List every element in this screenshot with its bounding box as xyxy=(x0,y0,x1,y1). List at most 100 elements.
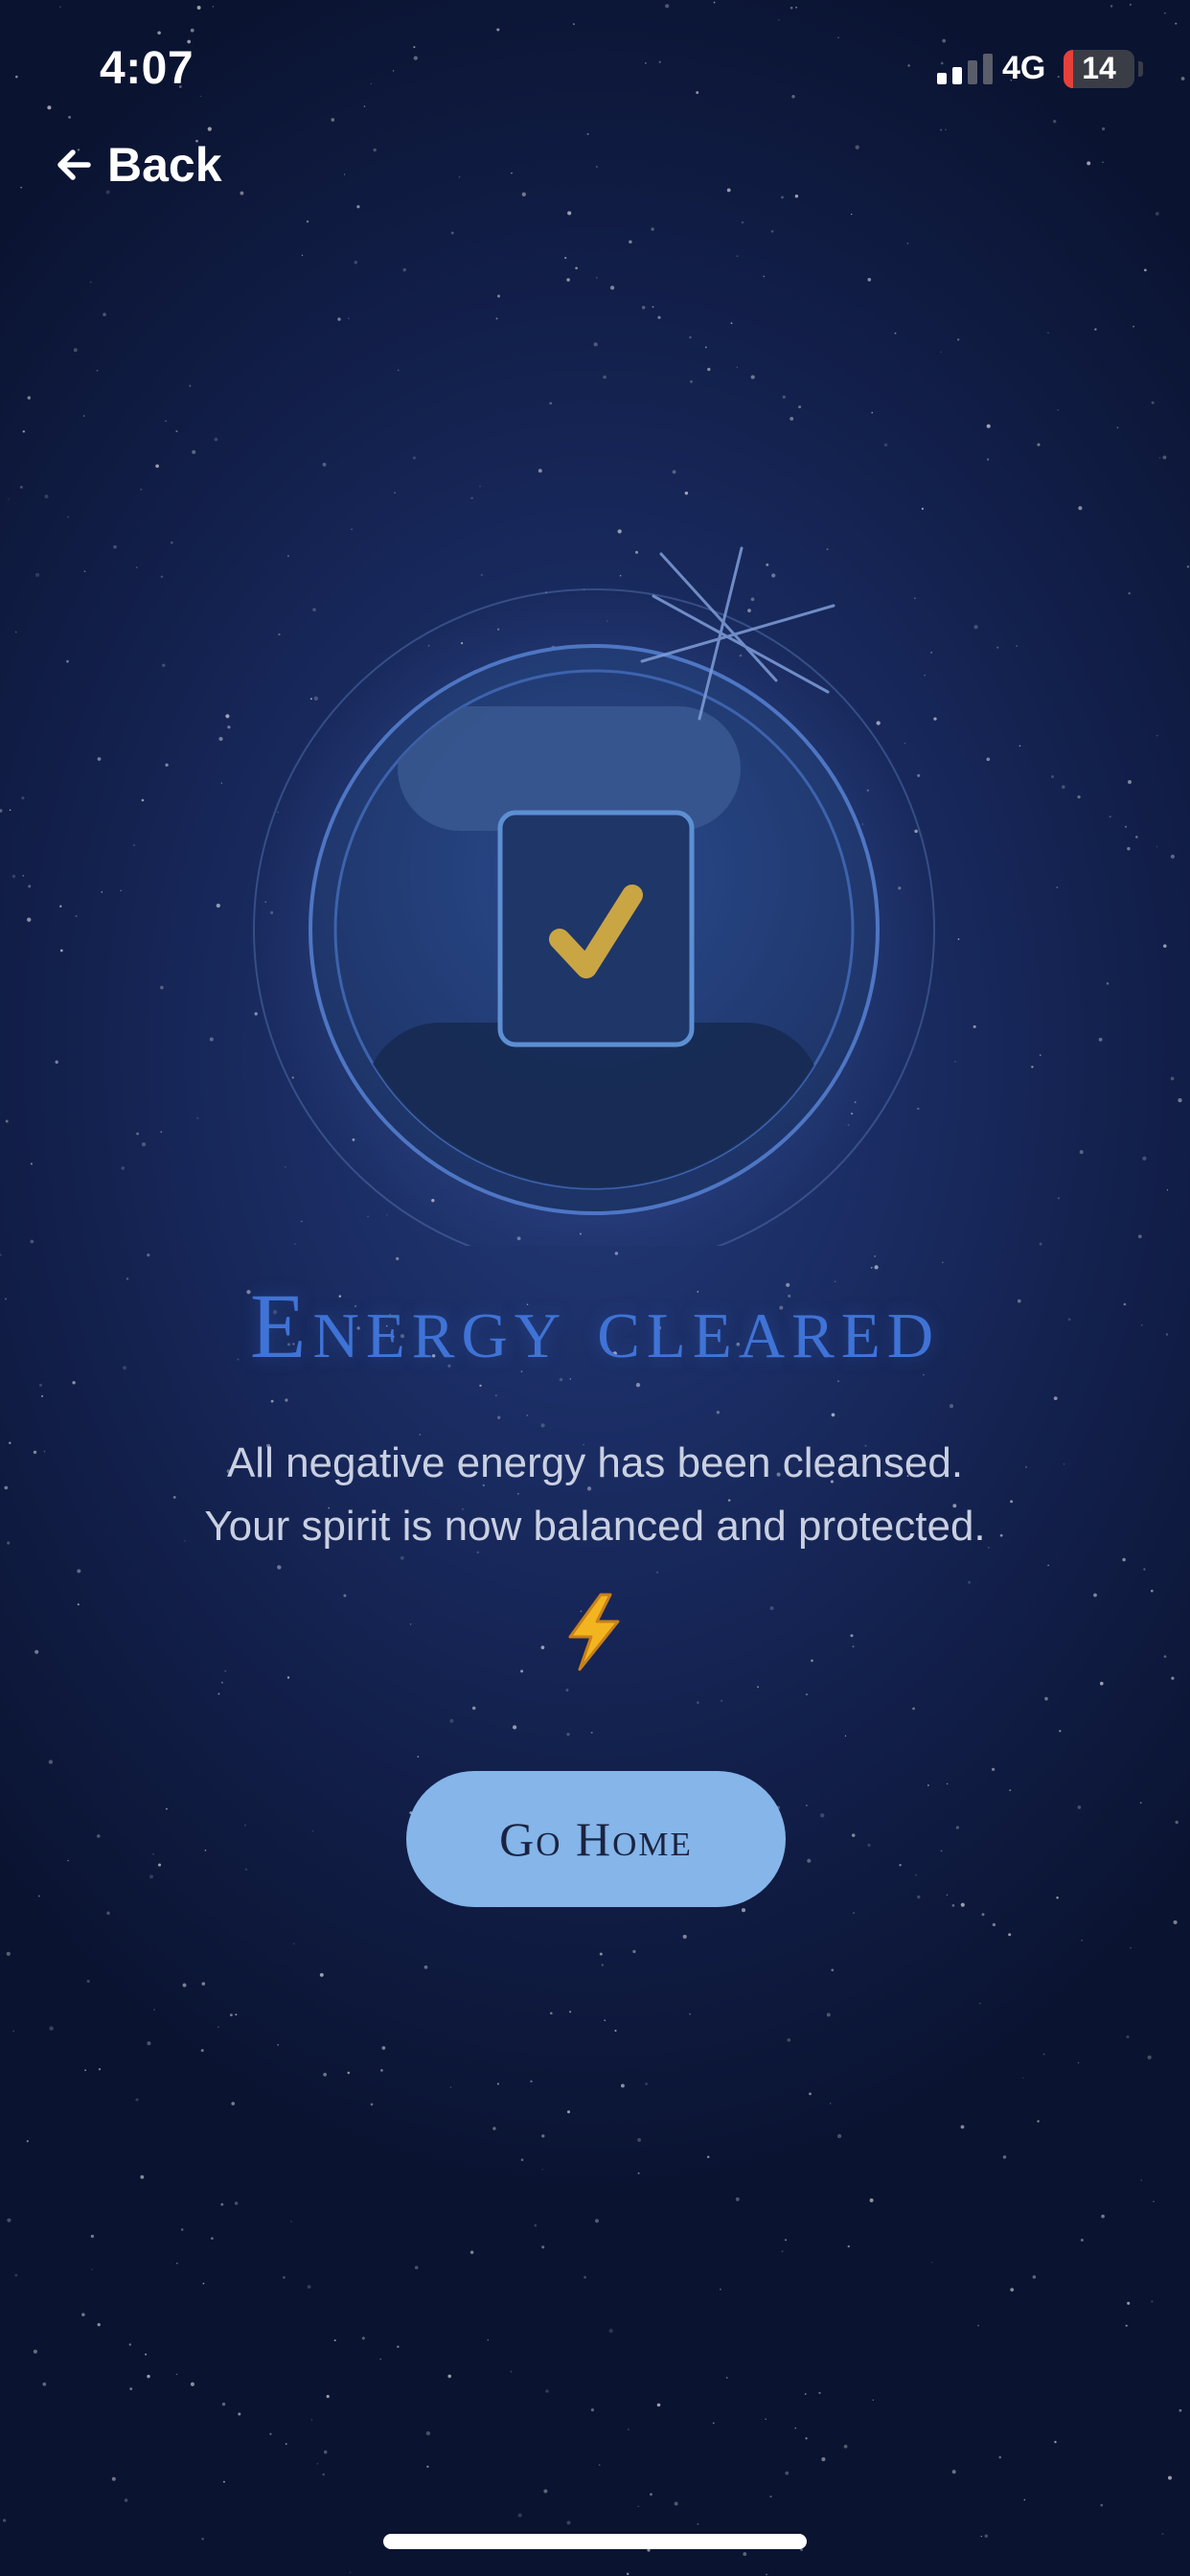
back-button[interactable]: Back xyxy=(54,134,222,196)
star xyxy=(1139,1802,1142,1805)
star xyxy=(645,2082,648,2085)
star xyxy=(152,2009,155,2011)
star xyxy=(736,366,739,368)
star xyxy=(192,449,196,454)
star xyxy=(277,1565,282,1570)
star xyxy=(269,2432,272,2435)
star xyxy=(82,415,85,417)
star xyxy=(736,255,739,258)
star xyxy=(216,903,220,908)
star xyxy=(1124,825,1128,828)
star xyxy=(829,2103,832,2104)
star xyxy=(1054,2440,1057,2444)
star xyxy=(450,231,454,235)
star xyxy=(721,1699,722,1702)
battery-nub xyxy=(1138,61,1143,77)
star xyxy=(725,2377,728,2379)
star xyxy=(1047,332,1049,334)
star xyxy=(165,420,167,423)
star xyxy=(1077,794,1081,799)
star xyxy=(565,1689,569,1692)
star xyxy=(471,1706,476,1711)
star xyxy=(931,2262,933,2264)
star xyxy=(992,1922,996,1927)
star xyxy=(22,430,26,433)
star xyxy=(590,2408,594,2412)
star xyxy=(103,312,106,317)
star xyxy=(1053,1396,1058,1401)
star xyxy=(1179,2408,1182,2412)
star xyxy=(165,763,169,767)
star xyxy=(1142,1156,1147,1161)
star xyxy=(872,2399,874,2402)
star xyxy=(874,1254,877,1257)
star xyxy=(96,369,99,372)
star xyxy=(730,322,733,325)
star xyxy=(766,2573,767,2576)
star xyxy=(124,2498,128,2502)
star xyxy=(77,1603,80,1606)
star xyxy=(180,2228,184,2231)
star xyxy=(601,1964,604,1966)
star xyxy=(511,172,513,174)
star xyxy=(141,1141,147,1147)
star xyxy=(1167,2475,1173,2480)
star xyxy=(140,2174,145,2179)
star xyxy=(538,469,542,473)
star xyxy=(656,2403,661,2407)
star xyxy=(147,1254,150,1257)
star xyxy=(836,2133,842,2139)
star xyxy=(220,2202,224,2206)
star xyxy=(22,874,25,877)
star xyxy=(954,1060,956,1063)
star xyxy=(66,659,69,663)
star xyxy=(806,1805,808,1806)
star xyxy=(97,757,102,761)
star xyxy=(837,1380,839,1382)
star xyxy=(447,2374,452,2379)
star xyxy=(217,1692,220,1695)
star xyxy=(1087,161,1091,166)
star xyxy=(960,2125,965,2129)
star xyxy=(855,145,859,150)
star xyxy=(229,2013,233,2017)
star xyxy=(73,348,78,353)
star xyxy=(1037,2120,1040,2123)
star xyxy=(955,1826,960,1829)
star xyxy=(492,2127,496,2130)
star xyxy=(136,1132,140,1136)
star xyxy=(0,809,3,813)
home-indicator[interactable] xyxy=(383,2534,807,2549)
star xyxy=(497,1415,501,1419)
star xyxy=(1158,456,1161,459)
description: All negative energy has been cleansed. Y… xyxy=(0,1432,1190,1558)
star xyxy=(211,2237,214,2241)
star xyxy=(726,188,731,193)
star xyxy=(201,1982,206,1986)
star xyxy=(323,2072,327,2077)
star xyxy=(1032,2275,1037,2279)
star xyxy=(145,2353,148,2356)
star xyxy=(140,488,143,491)
star xyxy=(1031,1066,1034,1069)
star xyxy=(1144,268,1147,272)
star xyxy=(785,2239,788,2242)
star xyxy=(48,1760,54,1764)
star xyxy=(794,195,799,198)
star xyxy=(479,485,481,488)
star xyxy=(370,2103,374,2106)
star xyxy=(67,516,70,518)
star xyxy=(200,2049,204,2053)
star xyxy=(310,2419,313,2421)
star xyxy=(596,166,598,168)
star xyxy=(343,1594,347,1598)
star xyxy=(98,2068,102,2071)
star xyxy=(704,346,707,349)
star xyxy=(977,2324,979,2327)
star xyxy=(1059,1730,1062,1733)
arrow-left-icon xyxy=(57,150,91,180)
go-home-button[interactable]: Go Home xyxy=(406,1771,786,1907)
star xyxy=(244,1868,248,1871)
description-line-1: All negative energy has been cleansed. xyxy=(226,1439,964,1486)
star xyxy=(394,492,396,494)
